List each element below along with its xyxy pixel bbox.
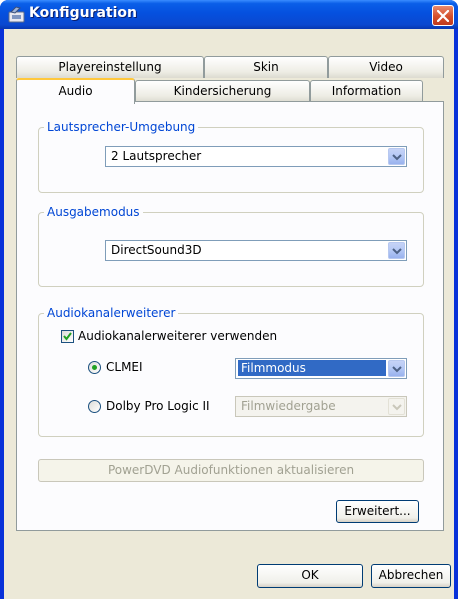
advanced-button[interactable]: Erweitert... <box>336 500 419 523</box>
speaker-select-value: 2 Lautsprecher <box>111 149 202 163</box>
speaker-select[interactable]: 2 Lautsprecher <box>105 146 407 167</box>
dolby-label: Dolby Pro Logic II <box>106 399 210 413</box>
tab-audio[interactable]: Audio <box>16 78 135 104</box>
cancel-button[interactable]: Abbrechen <box>371 564 451 588</box>
clmei-radio[interactable] <box>88 361 101 374</box>
output-legend: Ausgabemodus <box>44 205 143 219</box>
chevron-down-icon[interactable] <box>388 148 405 165</box>
tab-video[interactable]: Video <box>328 56 444 78</box>
tab-skin[interactable]: Skin <box>204 56 328 78</box>
dialog-window: Konfiguration Playereinstellung Skin Vid… <box>0 0 458 599</box>
title-bar[interactable]: Konfiguration <box>0 0 458 29</box>
tab-playereinstellung[interactable]: Playereinstellung <box>16 56 204 78</box>
dolby-radio[interactable] <box>88 400 101 413</box>
speaker-legend: Lautsprecher-Umgebung <box>44 120 199 134</box>
chevron-down-icon[interactable] <box>388 242 405 259</box>
clmei-select-value: Filmmodus <box>238 360 386 376</box>
window-title: Konfiguration <box>29 5 137 21</box>
tab-kindersicherung[interactable]: Kindersicherung <box>135 80 310 102</box>
app-icon <box>8 6 25 23</box>
audio-tab-panel: Lautsprecher-Umgebung 2 Lautsprecher Aus… <box>16 101 444 531</box>
close-button[interactable] <box>432 5 454 26</box>
dialog-client: Playereinstellung Skin Video Audio Kinde… <box>4 29 454 599</box>
update-audio-button[interactable]: PowerDVD Audiofunktionen aktualisieren <box>38 459 424 482</box>
clmei-select[interactable]: Filmmodus <box>235 358 407 379</box>
dolby-select-value: Filmwiedergabe <box>241 399 336 413</box>
expander-enable-label: Audiokanalerweiterer verwenden <box>78 329 278 343</box>
tab-information[interactable]: Information <box>310 80 423 102</box>
close-icon <box>437 10 449 22</box>
expander-legend: Audiokanalerweiterer <box>44 306 179 320</box>
radio-selected-dot <box>92 365 97 370</box>
dolby-select[interactable]: Filmwiedergabe <box>235 396 407 417</box>
output-select-value: DirectSound3D <box>111 243 202 257</box>
chevron-down-icon[interactable] <box>388 398 405 415</box>
ok-button[interactable]: OK <box>257 564 363 588</box>
expander-enable-checkbox[interactable] <box>61 330 74 343</box>
clmei-label: CLMEI <box>106 360 143 374</box>
chevron-down-icon[interactable] <box>388 360 405 377</box>
output-select[interactable]: DirectSound3D <box>105 240 407 261</box>
checkmark-icon <box>63 332 72 341</box>
